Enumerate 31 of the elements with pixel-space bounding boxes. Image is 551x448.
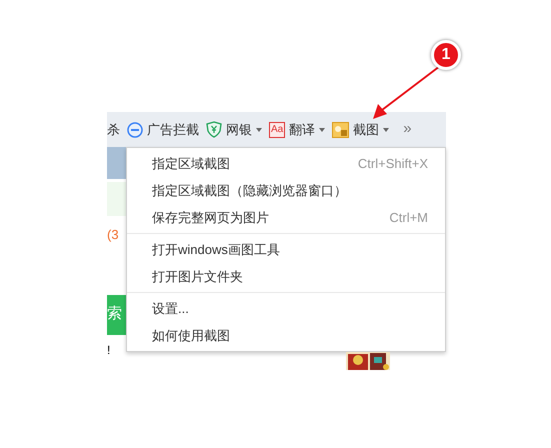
toolbar-item[interactable]: 广告拦截 [127, 120, 199, 140]
toolbar-item[interactable]: 截图 [332, 120, 390, 140]
count-text: (3 [107, 226, 120, 244]
menu-item[interactable]: 指定区域截图（隐藏浏览器窗口） [127, 177, 445, 204]
menu-item[interactable]: 保存完整网页为图片 Ctrl+M [127, 204, 445, 231]
image-icon [332, 122, 350, 138]
shield-icon [206, 121, 222, 138]
toolbar-label: 杀 [107, 120, 120, 139]
caret-icon [383, 128, 390, 132]
menu-item[interactable]: 打开windows画图工具 [127, 236, 445, 263]
toolbar-button[interactable]: 截图 [353, 120, 380, 140]
toolbar-button[interactable]: 翻译 [289, 120, 316, 140]
caret-icon [319, 128, 326, 132]
menu-item[interactable]: 打开图片文件夹 [127, 263, 445, 290]
menu-item[interactable]: 如何使用截图 [127, 322, 445, 349]
menu-item[interactable]: 指定区域截图 Ctrl+Shift+X [127, 150, 445, 177]
menu-item[interactable]: 设置... [127, 295, 445, 322]
shortcut-text: Ctrl+Shift+X [358, 154, 428, 173]
overflow-button[interactable]: » [403, 118, 412, 141]
toolbar-item[interactable]: Aa 翻译 [269, 120, 326, 140]
page-banner [107, 147, 126, 179]
toolbar-button[interactable]: 广告拦截 [147, 120, 199, 140]
step-badge: 1 [431, 40, 461, 70]
translate-icon: Aa [269, 122, 286, 138]
toolbar-item[interactable]: 网银 [206, 120, 262, 140]
toolbar-button[interactable]: 网银 [226, 120, 252, 140]
shortcut-text: Ctrl+M [389, 208, 428, 227]
page-strip [107, 182, 126, 216]
page-text: ! [107, 342, 112, 358]
caret-icon [256, 128, 262, 132]
block-icon [127, 122, 143, 138]
